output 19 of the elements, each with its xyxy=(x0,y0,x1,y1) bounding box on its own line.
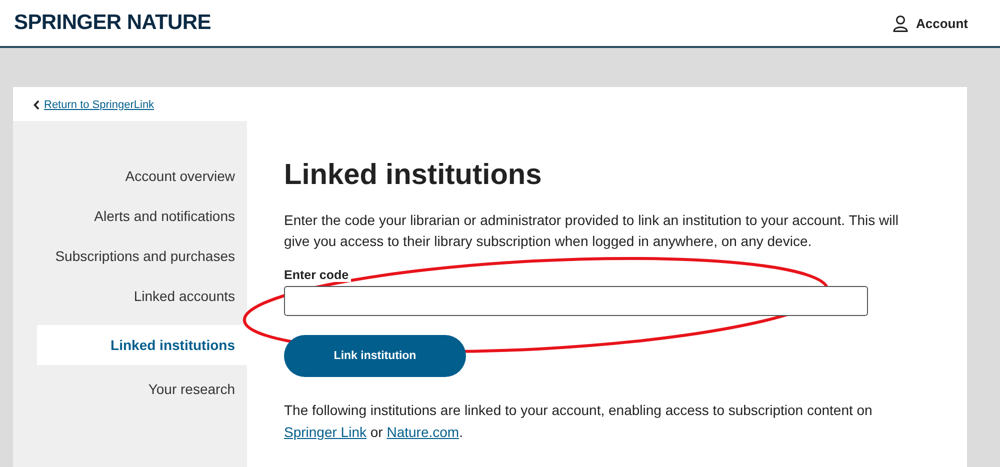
chevron-left-icon xyxy=(33,100,40,110)
account-link[interactable]: Account xyxy=(916,16,968,30)
link-institution-button[interactable]: Link institution xyxy=(284,335,466,377)
text-link[interactable]: Nature.com xyxy=(386,424,460,440)
sidebar-item[interactable]: Your research xyxy=(37,378,247,418)
user-icon[interactable] xyxy=(893,14,908,32)
text-link[interactable]: Springer Link xyxy=(284,424,366,440)
sidebar-item[interactable]: Alerts and notifications xyxy=(37,205,247,245)
sidebar-item[interactable]: Linked institutions xyxy=(37,325,247,365)
back-link[interactable]: Return to SpringerLink xyxy=(44,99,154,111)
sidebar-item[interactable]: Linked accounts xyxy=(37,285,247,325)
sidebar-item[interactable]: Subscriptions and purchases xyxy=(37,245,247,285)
field-label: Enter code xyxy=(284,268,351,282)
linked-institutions-note: The following institutions are linked to your account, enabling access to subscription content on Springer Link or Nature.com. xyxy=(284,401,874,442)
logo[interactable]: SPRINGER NATURE xyxy=(14,11,211,35)
intro-text: Enter the code your librarian or administrator provided to link an institution to your account. This will give you access to their library subscription when logged in anywhere, on any device. xyxy=(284,211,900,251)
code-input-field[interactable] xyxy=(284,286,868,316)
page-title: Linked institutions xyxy=(284,159,543,192)
sidebar-item[interactable]: Account overview xyxy=(37,165,247,205)
